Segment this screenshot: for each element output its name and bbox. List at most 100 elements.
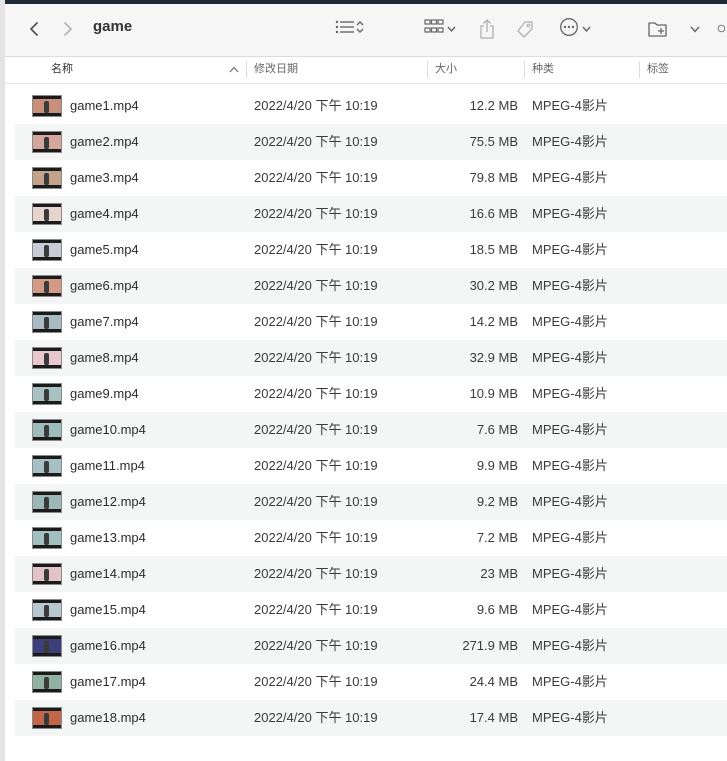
file-row[interactable]: game5.mp4 2022/4/20 下午 10:19 18.5 MB MPEG-4… — [15, 232, 727, 268]
column-header-bar: 名称 修改日期 大小 种类 标签 — [5, 56, 727, 84]
file-name: game9.mp4 — [70, 386, 139, 401]
file-size: 9.9 MB — [476, 458, 518, 473]
list-icon — [335, 20, 355, 39]
chevron-right-icon[interactable] — [57, 18, 79, 40]
filmstrip-bar — [33, 185, 61, 188]
video-thumbnail-icon — [32, 563, 62, 585]
file-kind: MPEG-4影片 — [532, 350, 608, 365]
filmstrip-bar — [33, 276, 61, 279]
filmstrip-bar — [33, 221, 61, 224]
file-row[interactable]: game6.mp4 2022/4/20 下午 10:19 30.2 MB MPEG-4… — [15, 268, 727, 304]
filmstrip-bar — [33, 708, 61, 711]
thumbnail-figure — [44, 677, 49, 689]
ellipsis-circle-icon — [559, 17, 579, 42]
file-modified-date: 2022/4/20 下午 10:19 — [254, 422, 378, 437]
column-header-name[interactable]: 名称 — [51, 56, 73, 83]
filmstrip-bar — [33, 420, 61, 423]
file-kind: MPEG-4影片 — [532, 422, 608, 437]
column-header-tags[interactable]: 标签 — [647, 56, 669, 83]
filmstrip-bar — [33, 113, 61, 116]
column-divider[interactable] — [427, 61, 428, 78]
file-kind: MPEG-4影片 — [532, 98, 608, 113]
column-header-modified[interactable]: 修改日期 — [254, 56, 298, 83]
file-name: game11.mp4 — [70, 458, 145, 473]
file-name: game3.mp4 — [70, 170, 139, 185]
file-row[interactable]: game8.mp4 2022/4/20 下午 10:19 32.9 MB MPEG-4… — [15, 340, 727, 376]
tag-icon[interactable] — [513, 18, 537, 42]
updown-chevron-icon — [355, 20, 365, 39]
file-row[interactable]: game4.mp4 2022/4/20 下午 10:19 16.6 MB MPEG-4… — [15, 196, 727, 232]
file-row[interactable]: game15.mp4 2022/4/20 下午 10:19 9.6 MB MPEG-4… — [15, 592, 727, 628]
folder-plus-icon[interactable] — [645, 18, 671, 40]
file-size: 9.2 MB — [476, 494, 518, 509]
file-modified-date: 2022/4/20 下午 10:19 — [254, 314, 378, 329]
list-view-button[interactable] — [330, 18, 370, 40]
search-icon[interactable] — [717, 18, 727, 40]
toolbar: game — [5, 4, 727, 57]
file-size: 7.2 MB — [476, 530, 518, 545]
grid-view-button[interactable] — [420, 18, 460, 40]
thumbnail-figure — [44, 101, 49, 113]
file-modified-date: 2022/4/20 下午 10:19 — [254, 386, 378, 401]
video-thumbnail-icon — [32, 635, 62, 657]
file-row[interactable]: game7.mp4 2022/4/20 下午 10:19 14.2 MB MPEG-4… — [15, 304, 727, 340]
file-row[interactable]: game16.mp4 2022/4/20 下午 10:19 271.9 MB MPEG… — [15, 628, 727, 664]
thumbnail-figure — [44, 569, 49, 581]
filmstrip-bar — [33, 96, 61, 99]
column-header-kind[interactable]: 种类 — [532, 56, 554, 83]
file-name: game7.mp4 — [70, 314, 139, 329]
file-row[interactable]: game3.mp4 2022/4/20 下午 10:19 79.8 MB MPEG-4… — [15, 160, 727, 196]
thumbnail-figure — [44, 713, 49, 725]
file-size: 14.2 MB — [469, 314, 518, 329]
column-divider[interactable] — [639, 61, 640, 78]
file-size: 12.2 MB — [469, 98, 518, 113]
file-modified-date: 2022/4/20 下午 10:19 — [254, 170, 378, 185]
file-row[interactable]: game17.mp4 2022/4/20 下午 10:19 24.4 MB MPEG-… — [15, 664, 727, 700]
file-modified-date: 2022/4/20 下午 10:19 — [254, 638, 378, 653]
file-name: game16.mp4 — [70, 638, 146, 653]
thumbnail-figure — [44, 425, 49, 437]
grid-icon — [424, 18, 444, 40]
file-size: 9.6 MB — [476, 602, 518, 617]
file-modified-date: 2022/4/20 下午 10:19 — [254, 242, 378, 257]
chevron-left-icon[interactable] — [23, 18, 45, 40]
column-header-size[interactable]: 大小 — [435, 56, 457, 83]
column-divider[interactable] — [524, 61, 525, 78]
sort-ascending-icon[interactable] — [229, 56, 239, 83]
file-modified-date: 2022/4/20 下午 10:19 — [254, 278, 378, 293]
file-row[interactable]: game9.mp4 2022/4/20 下午 10:19 10.9 MB MPEG-4… — [15, 376, 727, 412]
video-thumbnail-icon — [32, 347, 62, 369]
filmstrip-bar — [33, 528, 61, 531]
file-row[interactable]: game12.mp4 2022/4/20 下午 10:19 9.2 MB MPEG-4… — [15, 484, 727, 520]
share-icon[interactable] — [475, 16, 499, 42]
file-size: 32.9 MB — [469, 350, 518, 365]
file-row[interactable]: game2.mp4 2022/4/20 下午 10:19 75.5 MB MPEG-4… — [15, 124, 727, 160]
filmstrip-bar — [33, 581, 61, 584]
file-row[interactable]: game14.mp4 2022/4/20 下午 10:19 23 MB MPEG-4影… — [15, 556, 727, 592]
filmstrip-bar — [33, 473, 61, 476]
file-kind: MPEG-4影片 — [532, 602, 608, 617]
file-size: 271.9 MB — [462, 638, 518, 653]
file-size: 7.6 MB — [476, 422, 518, 437]
filmstrip-bar — [33, 168, 61, 171]
file-name: game1.mp4 — [70, 98, 139, 113]
file-name: game10.mp4 — [70, 422, 146, 437]
file-name: game14.mp4 — [70, 566, 146, 581]
more-actions-button[interactable] — [555, 17, 595, 42]
file-row[interactable]: game18.mp4 2022/4/20 下午 10:19 17.4 MB MPEG-… — [15, 700, 727, 736]
column-divider[interactable] — [246, 61, 247, 78]
filmstrip-bar — [33, 492, 61, 495]
video-thumbnail-icon — [32, 239, 62, 261]
file-row[interactable]: game13.mp4 2022/4/20 下午 10:19 7.2 MB MPEG-4… — [15, 520, 727, 556]
video-thumbnail-icon — [32, 707, 62, 729]
filmstrip-bar — [33, 600, 61, 603]
file-size: 18.5 MB — [469, 242, 518, 257]
file-row[interactable]: game10.mp4 2022/4/20 下午 10:19 7.6 MB MPEG-4… — [15, 412, 727, 448]
chevron-down-icon[interactable] — [687, 20, 703, 38]
file-kind: MPEG-4影片 — [532, 206, 608, 221]
file-row[interactable]: game11.mp4 2022/4/20 下午 10:19 9.9 MB MPEG-4… — [15, 448, 727, 484]
thumbnail-figure — [44, 173, 49, 185]
filmstrip-bar — [33, 149, 61, 152]
file-row[interactable]: game1.mp4 2022/4/20 下午 10:19 12.2 MB MPEG-4… — [15, 88, 727, 124]
filmstrip-bar — [33, 564, 61, 567]
